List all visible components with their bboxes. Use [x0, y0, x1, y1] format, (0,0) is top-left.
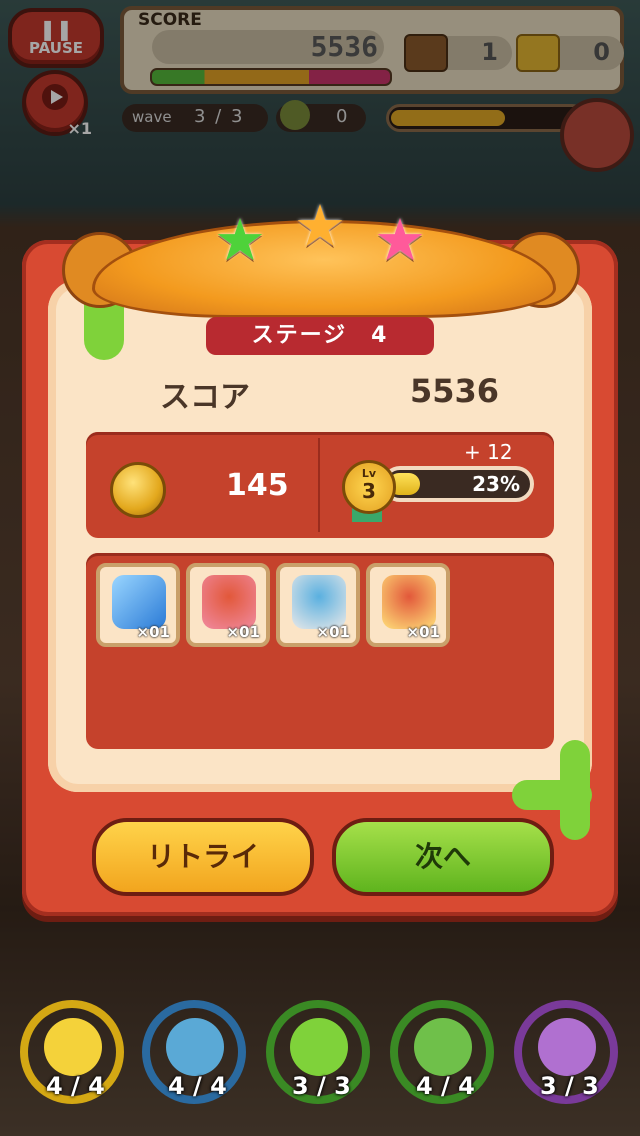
- item-count: ×01: [136, 623, 170, 641]
- item-count: ×01: [226, 623, 260, 641]
- unit-hp: 4 / 4: [416, 1072, 475, 1100]
- retry-button[interactable]: リトライ: [92, 818, 314, 896]
- unit-yellow-icon: [44, 1018, 102, 1076]
- unit-slot-4[interactable]: 4 / 4: [390, 1000, 494, 1104]
- unit-purple-icon: [538, 1018, 596, 1076]
- level-badge: Lv 3: [342, 460, 396, 514]
- item-slot[interactable]: ×01: [366, 563, 450, 647]
- item-count: ×01: [316, 623, 350, 641]
- reward-box: 145 + 12 23% Lv 3: [86, 432, 554, 538]
- item-count: ×01: [406, 623, 440, 641]
- pink-star-icon: ★: [374, 206, 426, 274]
- cart-unit-icon: [202, 575, 256, 629]
- orange-star-icon: ★: [294, 192, 346, 260]
- coin-value: 145: [226, 468, 289, 503]
- level-number: 3: [362, 479, 376, 503]
- reward-divider: [318, 438, 320, 532]
- coin-icon: [110, 462, 166, 518]
- unit-slot-1[interactable]: 4 / 4: [20, 1000, 124, 1104]
- result-score-label: スコア: [160, 380, 250, 415]
- unit-hp: 4 / 4: [168, 1072, 227, 1100]
- unit-hp: 3 / 3: [292, 1072, 351, 1100]
- blue-board-icon: [112, 575, 166, 629]
- next-button[interactable]: 次へ: [332, 818, 554, 896]
- item-rewards-box: ×01 ×01 ×01 ×01: [86, 553, 554, 749]
- result-score-value: 5536: [410, 372, 500, 410]
- result-banner: ★ ★ ★: [62, 192, 580, 320]
- unit-green-duck-icon: [290, 1018, 348, 1076]
- exp-percent: 23%: [472, 472, 520, 496]
- unit-slot-2[interactable]: 4 / 4: [142, 1000, 246, 1104]
- cannon-unit-icon: [382, 575, 436, 629]
- unit-hp: 3 / 3: [540, 1072, 599, 1100]
- item-slot[interactable]: ×01: [186, 563, 270, 647]
- exp-gain: + 12: [464, 440, 513, 464]
- exp-bar: 23%: [382, 466, 534, 502]
- item-slot[interactable]: ×01: [276, 563, 360, 647]
- egg-unit-icon: [292, 575, 346, 629]
- unit-hp: 4 / 4: [46, 1072, 105, 1100]
- unit-slot-3[interactable]: 3 / 3: [266, 1000, 370, 1104]
- unit-blue-icon: [166, 1018, 224, 1076]
- unit-slot-5[interactable]: 3 / 3: [514, 1000, 618, 1104]
- item-slot[interactable]: ×01: [96, 563, 180, 647]
- green-star-icon: ★: [214, 206, 266, 274]
- slime-drip-right-2: [560, 740, 590, 840]
- unit-green-archer-icon: [414, 1018, 472, 1076]
- stage-label: ステージ 4: [206, 317, 434, 355]
